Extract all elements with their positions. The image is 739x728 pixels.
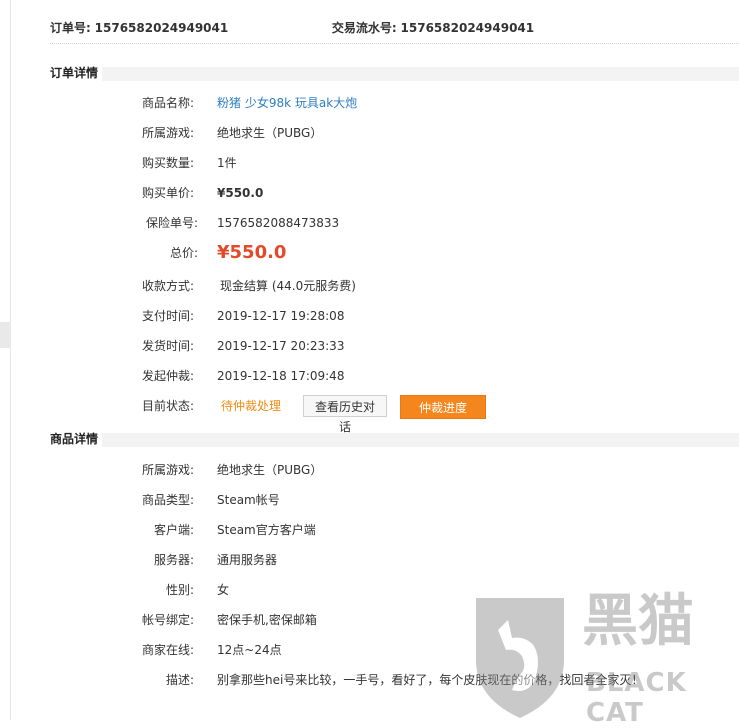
row-payment-method: 收款方式: 现金结算 (44.0元服务费) [0,276,739,296]
row-product-name: 商品名称: 粉猪 少女98k 玩具ak大炮 [0,93,739,113]
payment-method-value: 现金结算 (44.0元服务费) [220,279,356,293]
pd-client-value: Steam官方客户端 [217,523,316,537]
pay-time-label: 支付时间: [141,309,194,323]
order-no-label: 订单号: [50,21,91,35]
qty-value: 1件 [217,156,237,170]
order-no-value: 1576582024949041 [94,21,229,35]
unit-price-label: 购买单价: [141,186,194,200]
status-label: 目前状态: [141,399,194,413]
row-qty: 购买数量: 1件 [0,153,739,173]
product-details-header: 商品详情 [50,431,739,447]
ship-time-label: 发货时间: [141,339,194,353]
row-total: 总价: ¥550.0 [0,243,739,263]
row-pd-game: 所属游戏: 绝地求生（PUBG） [0,460,739,480]
row-pd-binding: 帐号绑定: 密保手机,密保邮箱 [0,610,739,630]
row-status: 目前状态: 待仲裁处理 查看历史对话 仲裁进度 [0,395,739,434]
status-value: 待仲裁处理 [221,399,282,413]
row-arbitration-time: 发起仲裁: 2019-12-18 17:09:48 [0,366,739,386]
payment-method-label: 收款方式: [141,279,194,293]
qty-label: 购买数量: [141,156,194,170]
pd-server-value: 通用服务器 [217,553,278,567]
pd-gender-value: 女 [217,583,230,597]
insurance-value: 1576582088473833 [217,216,340,230]
game-label: 所属游戏: [141,126,194,140]
order-details-header: 订单详情 [50,65,739,81]
product-name-label: 商品名称: [141,96,194,110]
product-name-link[interactable]: 粉猪 少女98k 玩具ak大炮 [217,93,357,113]
pd-game-label: 所属游戏: [141,463,194,477]
arbitration-progress-button[interactable]: 仲裁进度 [400,395,486,419]
product-details-title: 商品详情 [50,431,103,447]
pd-online-label: 商家在线: [141,643,194,657]
game-value: 绝地求生（PUBG） [217,126,323,140]
row-ship-time: 发货时间: 2019-12-17 20:23:33 [0,336,739,356]
pd-online-value: 12点~24点 [217,643,282,657]
pd-binding-value: 密保手机,密保邮箱 [217,613,317,627]
row-game: 所属游戏: 绝地求生（PUBG） [0,123,739,143]
unit-price-value: ¥550.0 [217,186,264,200]
pd-binding-label: 帐号绑定: [141,613,194,627]
row-pd-type: 商品类型: Steam帐号 [0,490,739,510]
view-history-button[interactable]: 查看历史对话 [303,395,387,434]
row-pd-desc: 描述: 别拿那些hei号来比较，一手号，看好了，每个皮肤现在的价格，找回者全家灭… [0,670,739,690]
row-pd-gender: 性别: 女 [0,580,739,600]
row-pd-online: 商家在线: 12点~24点 [0,640,739,660]
pd-desc-value: 别拿那些hei号来比较，一手号，看好了，每个皮肤现在的价格，找回者全家灭！ [217,673,644,687]
row-pd-server: 服务器: 通用服务器 [0,550,739,570]
order-header: 订单号: 1576582024949041 交易流水号: 15765820249… [50,19,534,35]
total-label: 总价: [169,246,198,260]
ship-time-value: 2019-12-17 20:23:33 [217,339,345,353]
pd-desc-label: 描述: [165,673,194,687]
arbitration-time-label: 发起仲裁: [141,369,194,383]
row-pd-client: 客户端: Steam官方客户端 [0,520,739,540]
header-divider [50,43,739,44]
arbitration-time-value: 2019-12-18 17:09:48 [217,369,345,383]
pd-type-label: 商品类型: [141,493,194,507]
pd-gender-label: 性别: [165,583,194,597]
pd-client-label: 客户端: [153,523,194,537]
insurance-label: 保险单号: [145,216,198,230]
row-pay-time: 支付时间: 2019-12-17 19:28:08 [0,306,739,326]
row-unit-price: 购买单价: ¥550.0 [0,183,739,203]
pd-type-value: Steam帐号 [217,493,280,507]
pd-server-label: 服务器: [153,553,194,567]
pay-time-value: 2019-12-17 19:28:08 [217,309,345,323]
txn-no-value: 1576582024949041 [400,21,535,35]
txn-no-label: 交易流水号: [331,21,397,35]
order-details-title: 订单详情 [50,65,103,81]
row-insurance: 保险单号: 1576582088473833 [0,213,739,233]
total-price: ¥550.0 [217,242,287,263]
pd-game-value: 绝地求生（PUBG） [217,463,323,477]
